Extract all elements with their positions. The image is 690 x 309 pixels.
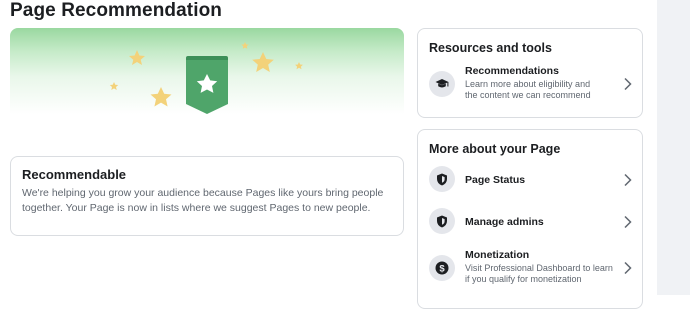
banner-illustration xyxy=(109,42,303,114)
star-icon xyxy=(295,62,303,70)
shield-icon xyxy=(429,208,455,234)
chevron-right-icon xyxy=(624,261,632,275)
recommendations-row[interactable]: Recommendations Learn more about eligibi… xyxy=(418,64,644,104)
recommendable-description: We're helping you grow your audience bec… xyxy=(22,187,384,214)
more-about-page-title: More about your Page xyxy=(429,142,561,156)
star-icon xyxy=(150,87,172,107)
chevron-right-icon xyxy=(624,215,632,229)
recommendable-card: Recommendable We're helping you grow you… xyxy=(10,156,404,236)
graduation-cap-icon xyxy=(429,71,455,97)
shield-icon xyxy=(429,166,455,192)
manage-admins-label: Manage admins xyxy=(465,216,544,228)
star-icon xyxy=(109,82,119,90)
page-title: Page Recommendation xyxy=(10,0,223,21)
right-gutter xyxy=(657,0,690,295)
star-icon xyxy=(241,42,249,49)
recommendable-heading: Recommendable xyxy=(22,167,127,182)
monetization-label: Monetization xyxy=(465,249,530,261)
page-status-label: Page Status xyxy=(465,174,526,186)
resources-title: Resources and tools xyxy=(429,41,552,55)
monetization-row[interactable]: $ Monetization Visit Professional Dashbo… xyxy=(418,247,644,287)
hero-banner xyxy=(10,28,404,136)
resources-card: Resources and tools Recommendations Lear… xyxy=(417,28,643,118)
badge-icon xyxy=(186,56,228,114)
star-icon xyxy=(252,52,274,72)
chevron-right-icon xyxy=(624,77,632,91)
recommendations-description: Learn more about eligibility and the con… xyxy=(465,79,591,100)
recommendations-label: Recommendations xyxy=(465,65,559,77)
star-icon xyxy=(129,50,145,65)
manage-admins-row[interactable]: Manage admins xyxy=(418,204,644,244)
svg-text:$: $ xyxy=(439,263,445,274)
monetization-description: Visit Professional Dashboard to learn if… xyxy=(465,263,613,284)
page-status-row[interactable]: Page Status xyxy=(418,162,644,202)
more-about-page-card: More about your Page Page Status Manage … xyxy=(417,129,643,309)
chevron-right-icon xyxy=(624,173,632,187)
dollar-icon: $ xyxy=(429,255,455,281)
